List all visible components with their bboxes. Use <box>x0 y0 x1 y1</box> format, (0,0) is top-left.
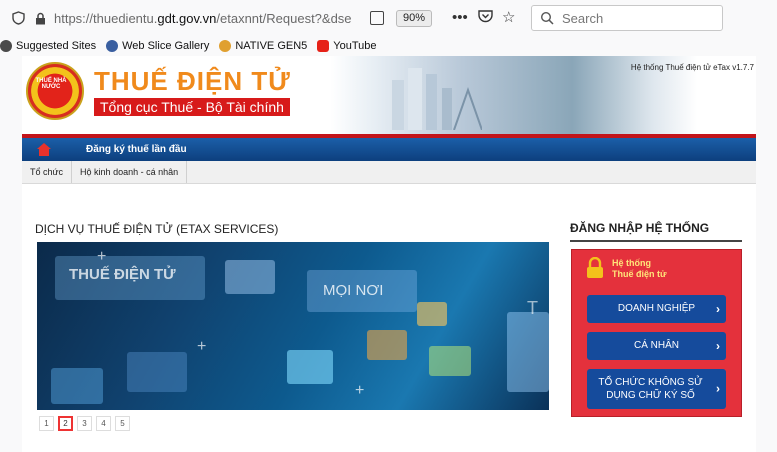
bookmark-label: Suggested Sites <box>16 39 97 52</box>
home-icon[interactable] <box>36 142 52 157</box>
plus-icon: + <box>355 382 365 399</box>
gear-icon <box>0 39 12 52</box>
system-label-line-1: Hệ thống <box>612 258 651 268</box>
sub-nav: Tổ chức Hộ kinh doanh - cá nhân <box>22 161 756 184</box>
bookmarks-bar: Suggested Sites Web Slice Gallery NATIVE… <box>0 36 777 55</box>
pager-page-1[interactable]: 1 <box>39 416 54 431</box>
site-banner: THUẾ NHÀ NƯỚC THUẾ ĐIỆN TỬ Tổng cục Thuế… <box>22 56 756 134</box>
nav-register-link[interactable]: Đăng ký thuế lần đầu <box>86 144 187 155</box>
brand-subtitle: Tổng cục Thuế - Bộ Tài chính <box>94 98 290 116</box>
hero-text-everywhere: MỌI NƠI <box>323 282 384 299</box>
login-title-underline <box>570 240 742 242</box>
bookmark-label: NATIVE GEN5 <box>235 39 308 52</box>
native-icon <box>219 39 232 52</box>
bookmark-web-slice-gallery[interactable]: Web Slice Gallery <box>106 39 210 52</box>
pager-page-4[interactable]: 4 <box>96 416 111 431</box>
hero-tile <box>51 368 103 404</box>
emblem-text: THUẾ NHÀ NƯỚC <box>35 78 67 90</box>
hero-tile <box>417 302 447 326</box>
chevron-right-icon: › <box>716 381 720 396</box>
pager-page-5[interactable]: 5 <box>115 416 130 431</box>
chevron-right-icon: › <box>716 302 720 316</box>
hero-tile <box>367 330 407 360</box>
youtube-icon <box>317 39 330 52</box>
reader-view-icon[interactable] <box>370 11 384 25</box>
lock-icon[interactable] <box>32 10 48 26</box>
web-page: THUẾ NHÀ NƯỚC THUẾ ĐIỆN TỬ Tổng cục Thuế… <box>22 56 756 452</box>
services-title: DỊCH VỤ THUẾ ĐIỆN TỬ (ETAX SERVICES) <box>35 222 279 236</box>
login-no-signature-org-button[interactable]: TỔ CHỨC KHÔNG SỬ DỤNG CHỮ KÝ SỐ › <box>587 369 726 409</box>
search-icon <box>540 11 554 25</box>
login-no-signature-org-label: TỔ CHỨC KHÔNG SỬ DỤNG CHỮ KÝ SỐ <box>598 377 703 401</box>
hero-text-partial: T <box>527 298 538 318</box>
main-nav: Đăng ký thuế lần đầu <box>22 138 756 161</box>
login-individual-label: CÁ NHÂN <box>633 340 679 351</box>
hero-text-etax: THUẾ ĐIỆN TỬ <box>69 266 176 283</box>
browser-search-box[interactable]: Search <box>531 5 723 31</box>
address-bar[interactable]: https://thuedientu.gdt.gov.vn/etaxnnt/Re… <box>10 5 526 31</box>
subnav-organization[interactable]: Tổ chức <box>22 161 73 183</box>
brand-title: THUẾ ĐIỆN TỬ <box>94 66 291 96</box>
bookmark-label: Web Slice Gallery <box>122 39 210 52</box>
bookmark-star-icon[interactable]: ☆ <box>502 9 515 27</box>
hero-tile <box>429 346 471 376</box>
plus-icon: + <box>197 338 207 355</box>
pocket-icon[interactable] <box>478 9 493 28</box>
plus-icon: + <box>97 248 107 265</box>
url-text[interactable]: https://thuedientu.gdt.gov.vn/etaxnnt/Re… <box>54 11 366 26</box>
login-business-button[interactable]: DOANH NGHIỆP › <box>587 295 726 323</box>
login-panel: Hệ thống Thuế điện tử DOANH NGHIỆP › CÁ N… <box>571 249 742 417</box>
login-title: ĐĂNG NHẬP HỆ THỐNG <box>570 221 710 235</box>
version-text: Hệ thống Thuế điện tử eTax v1.7.7 <box>630 63 754 72</box>
services-banner-slide[interactable]: THUẾ ĐIỆN TỬ MỌI NƠI T + + + <box>37 242 549 410</box>
system-label: Hệ thống Thuế điện tử <box>612 258 667 280</box>
hero-tile <box>507 312 549 392</box>
zoom-indicator[interactable]: 90% <box>396 10 433 27</box>
pager-page-3[interactable]: 3 <box>77 416 92 431</box>
globe-icon <box>106 39 119 52</box>
bookmark-youtube[interactable]: YouTube <box>317 39 377 52</box>
browser-toolbar: https://thuedientu.gdt.gov.vn/etaxnnt/Re… <box>0 0 777 36</box>
search-placeholder: Search <box>562 10 604 26</box>
bookmark-label: YouTube <box>333 39 377 52</box>
login-business-label: DOANH NGHIỆP <box>617 303 696 314</box>
slide-pager: 1 2 3 4 5 <box>39 416 134 431</box>
city-skyline-image <box>392 68 482 130</box>
bookmark-native-gen5[interactable]: NATIVE GEN5 <box>219 39 308 52</box>
hero-tile <box>225 260 275 294</box>
pager-page-2[interactable]: 2 <box>58 416 73 431</box>
shield-icon[interactable] <box>10 10 26 26</box>
hero-tile <box>127 352 187 392</box>
tax-emblem-logo[interactable] <box>26 62 84 120</box>
bookmark-suggested-sites[interactable]: Suggested Sites <box>0 39 97 52</box>
more-actions-icon[interactable]: ••• <box>452 9 468 27</box>
subnav-household-individual[interactable]: Hộ kinh doanh - cá nhân <box>72 161 188 183</box>
system-label-line-2: Thuế điện tử <box>612 269 667 279</box>
hero-tile <box>287 350 333 384</box>
chevron-right-icon: › <box>716 339 720 353</box>
padlock-icon <box>587 257 603 278</box>
login-individual-button[interactable]: CÁ NHÂN › <box>587 332 726 360</box>
